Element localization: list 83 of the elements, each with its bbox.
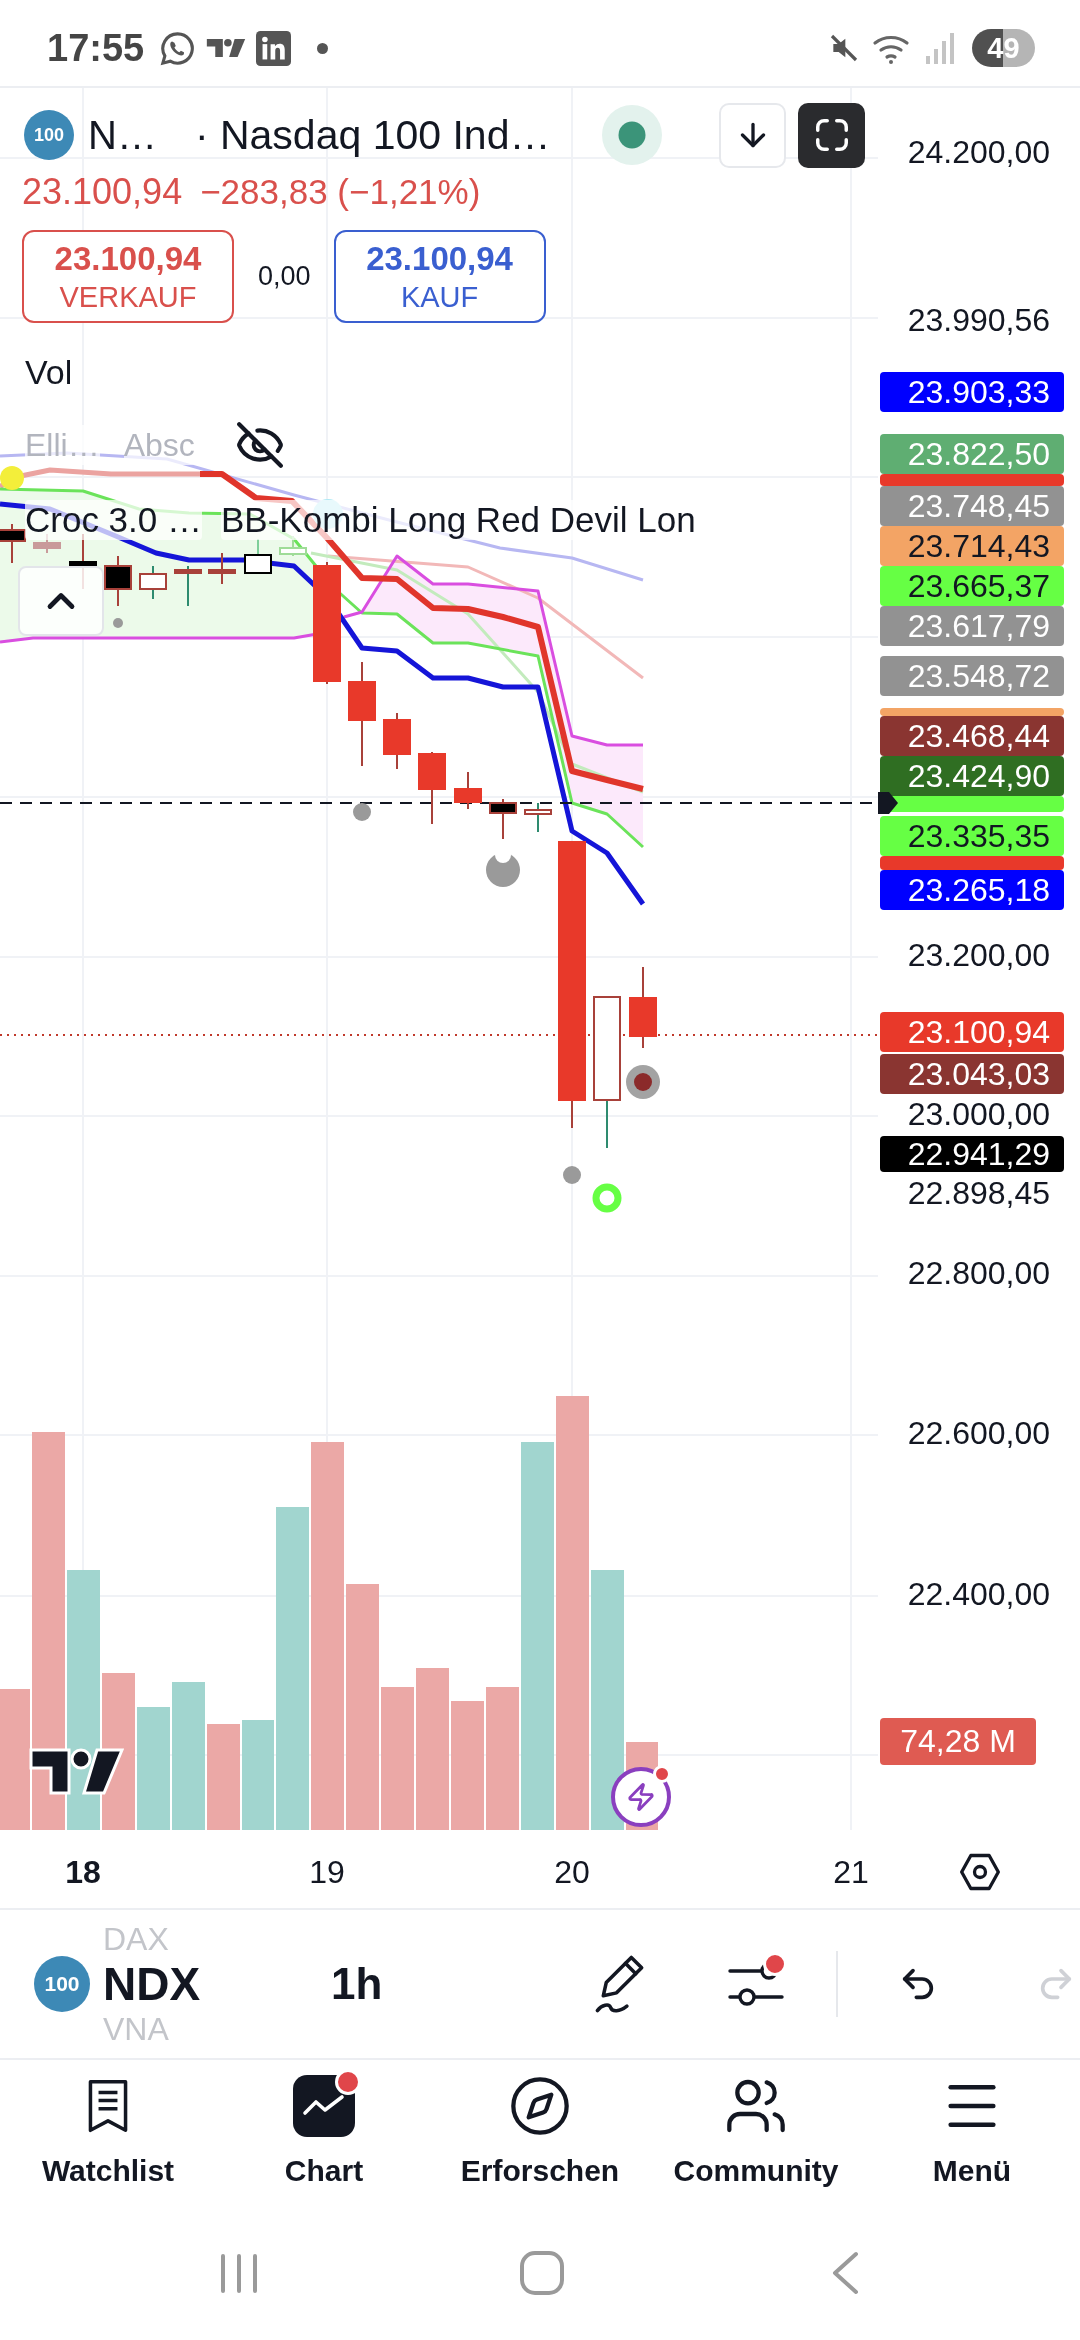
price-scale-label: 22.600,00 <box>906 1413 1051 1453</box>
signal-dot <box>113 618 123 628</box>
price-tag: 23.617,79 <box>880 606 1064 646</box>
nav-tab[interactable]: Community <box>648 2060 864 2220</box>
back-icon[interactable] <box>831 2251 859 2295</box>
nav-tab[interactable]: Erforschen <box>432 2060 648 2220</box>
price-tag: 23.424,90 <box>880 756 1064 796</box>
candle <box>244 538 272 574</box>
price-scale-label: 22.800,00 <box>906 1253 1051 1293</box>
volume-tag: 74,28 M <box>880 1718 1036 1765</box>
fullscreen-button[interactable] <box>798 102 865 168</box>
signal-dot <box>563 1166 581 1184</box>
interval-button[interactable]: 1h <box>331 1958 383 2010</box>
clock-time: 17:55 <box>47 26 145 70</box>
symbol-logo: 100 <box>34 1956 90 2012</box>
signal-ring <box>592 1183 622 1213</box>
nav-tab[interactable]: Watchlist <box>0 2060 216 2220</box>
candle <box>174 565 202 607</box>
dot-icon <box>317 42 329 54</box>
signal-dot <box>0 466 24 490</box>
last-price: 23.100,94 <box>22 171 183 213</box>
price-tag: 23.714,43 <box>880 526 1064 566</box>
indicator-legend[interactable]: BB-Kombi Long Red Devil Lon <box>221 500 696 540</box>
notification-dot-icon <box>653 1765 671 1783</box>
lightning-button[interactable] <box>611 1767 671 1827</box>
time-scale-label: 21 <box>833 1853 869 1892</box>
candle <box>0 523 26 564</box>
recents-icon[interactable] <box>219 2252 260 2294</box>
price-tag: 23.748,45 <box>880 486 1064 526</box>
line-marker-icon <box>878 792 898 814</box>
price-tag: 22.941,29 <box>880 1136 1064 1172</box>
signal-icon <box>926 32 956 64</box>
price-scale-label: 23.990,56 <box>906 300 1051 340</box>
app-logo-icon <box>256 30 292 66</box>
nav-tab[interactable]: Chart <box>216 2060 432 2220</box>
price-tag: 23.822,50 <box>880 434 1064 474</box>
candle <box>489 798 517 840</box>
time-scale-label: 20 <box>554 1853 590 1892</box>
signal-dot <box>626 1065 660 1099</box>
candle <box>383 712 411 770</box>
time-scale-label: 18 <box>65 1853 101 1892</box>
chart-logo-icon <box>29 1746 124 1797</box>
candle <box>139 565 167 600</box>
price-tag: 23.903,33 <box>880 372 1064 412</box>
buy-button[interactable]: 23.100,94 KAUF <box>333 230 546 323</box>
price-tag: 23.335,35 <box>880 816 1064 856</box>
spread-value: 0,00 <box>258 261 311 292</box>
price-tag: 23.043,03 <box>880 1054 1064 1094</box>
arrow-down-button[interactable] <box>719 102 786 168</box>
price-tag: 23.265,18 <box>880 870 1064 910</box>
candle <box>454 771 482 810</box>
price-change: −283,83 (−1,21%) <box>200 172 481 212</box>
candle <box>104 555 132 607</box>
battery-level: 49 <box>972 29 1035 67</box>
price-tag: 23.548,72 <box>880 656 1064 696</box>
symbol-option[interactable]: NDX <box>103 1956 215 2012</box>
volume-legend: Vol <box>25 350 73 394</box>
price-scale-label: 23.200,00 <box>906 935 1051 975</box>
time-scale-label: 19 <box>309 1853 345 1892</box>
price-tag: 23.100,94 <box>880 1012 1064 1052</box>
candle <box>208 552 236 585</box>
indicator-legend[interactable]: Croc 3.0 … <box>25 500 202 540</box>
price-scale-label: 24.200,00 <box>906 132 1051 172</box>
symbol-name: N… <box>88 112 157 159</box>
status-dot-icon <box>602 105 662 165</box>
lightning-icon <box>626 1782 656 1812</box>
collapse-button[interactable] <box>18 566 104 636</box>
nav-tab[interactable]: Menü <box>864 2060 1080 2220</box>
candle <box>524 802 552 833</box>
price-tag: 23.665,37 <box>880 566 1064 606</box>
symbol-logo: 100 <box>24 110 74 160</box>
home-icon[interactable] <box>520 2251 564 2295</box>
signal-dot <box>353 803 371 821</box>
price-scale-label: 22.400,00 <box>906 1574 1051 1614</box>
app-logo-icon <box>206 37 247 59</box>
price-scale-label: 23.000,00 <box>906 1096 1051 1132</box>
signal-dot <box>486 853 520 887</box>
sell-button[interactable]: 23.100,94 VERKAUF <box>22 230 234 323</box>
symbol-description: · Nasdaq 100 Ind… <box>194 111 552 159</box>
chat-phone-icon <box>159 29 197 67</box>
mute-icon <box>828 32 860 64</box>
eye-off-icon[interactable] <box>234 420 285 470</box>
price-tag: 23.468,44 <box>880 716 1064 756</box>
